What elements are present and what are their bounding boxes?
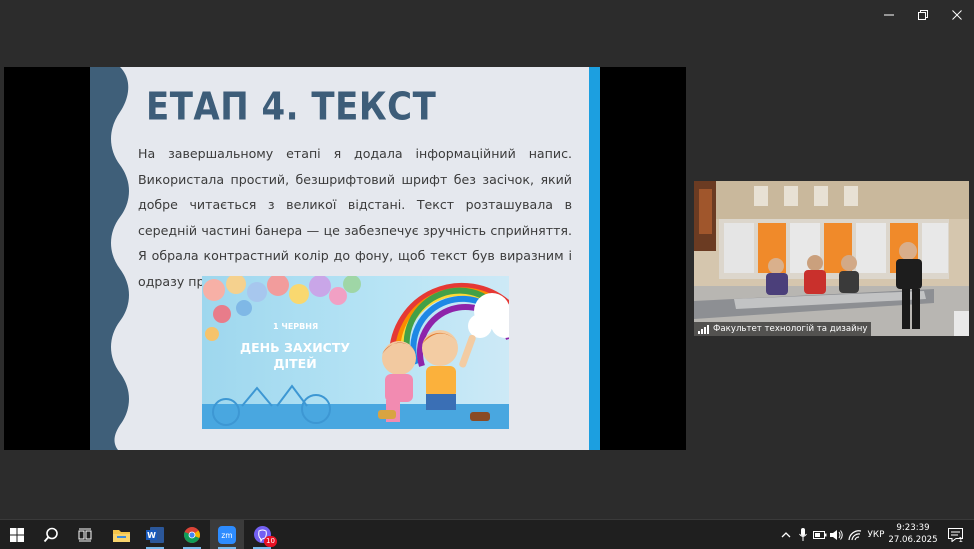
notification-count: 1 — [958, 536, 963, 544]
banner-image: 1 ЧЕРВНЯ ДЕНЬ ЗАХИСТУ ДІТЕЙ — [202, 276, 509, 429]
word-icon: W — [146, 526, 164, 543]
participant-name: Факультет технологій та дизайну — [713, 324, 868, 334]
search-button[interactable] — [34, 520, 68, 549]
search-icon — [43, 527, 58, 542]
wifi-icon — [848, 529, 862, 540]
task-view-icon — [78, 528, 92, 541]
battery-icon — [813, 530, 827, 539]
window-controls — [872, 0, 974, 30]
clock[interactable]: 9:23:39 27.06.2025 — [888, 522, 938, 546]
volume-button[interactable] — [829, 520, 845, 549]
wave-decoration — [90, 67, 129, 450]
accent-bar — [589, 67, 600, 450]
slide-body-text: На завершальному етапі я додала інформац… — [138, 146, 572, 289]
chevron-up-icon — [781, 531, 791, 537]
windows-start-button[interactable] — [0, 520, 34, 549]
chrome-button[interactable] — [175, 520, 209, 549]
chrome-icon — [184, 526, 200, 543]
close-button[interactable] — [940, 0, 974, 30]
viber-badge: 10 — [264, 536, 277, 547]
banner-title: ДЕНЬ ЗАХИСТУ ДІТЕЙ — [240, 340, 350, 372]
show-hidden-icons-button[interactable] — [778, 520, 794, 549]
participant-name-label: Факультет технологій та дизайну — [694, 322, 872, 336]
battery-button[interactable] — [812, 520, 828, 549]
clock-time: 9:23:39 — [896, 523, 930, 533]
taskbar: W zm 10 УКР 9:23:39 27.06.2025 1 — [0, 519, 974, 549]
participant-video[interactable]: Факультет технологій та дизайну — [694, 181, 969, 336]
restore-icon — [918, 10, 928, 20]
svg-text:zm: zm — [221, 531, 232, 540]
restore-button[interactable] — [906, 0, 940, 30]
presentation-slide: ЕТАП 4. ТЕКСТ На завершальному етапі я д… — [90, 67, 600, 450]
banner-date: 1 ЧЕРВНЯ — [273, 322, 319, 331]
clock-date: 27.06.2025 — [888, 535, 938, 545]
close-icon — [952, 10, 962, 20]
notifications-button[interactable]: 1 — [940, 520, 970, 549]
word-button[interactable]: W — [138, 520, 172, 549]
minimize-button[interactable] — [872, 0, 906, 30]
microphone-icon — [799, 528, 807, 541]
file-explorer-button[interactable] — [104, 520, 138, 549]
shared-screen[interactable]: ЕТАП 4. ТЕКСТ На завершальному етапі я д… — [4, 67, 686, 450]
signal-strength-icon — [698, 324, 709, 334]
svg-text:W: W — [147, 531, 156, 540]
zoom-icon: zm — [218, 525, 236, 544]
network-button[interactable] — [847, 520, 863, 549]
banner-line-2: ДІТЕЙ — [273, 356, 317, 371]
microphone-button[interactable] — [796, 520, 810, 549]
video-feed — [694, 181, 969, 336]
windows-logo-icon — [10, 527, 24, 542]
language-indicator[interactable]: УКР — [864, 520, 888, 549]
speaker-icon — [830, 529, 843, 540]
banner-line-1: ДЕНЬ ЗАХИСТУ — [240, 340, 351, 355]
viber-button[interactable]: 10 — [245, 520, 279, 549]
folder-icon — [112, 529, 130, 542]
task-view-button[interactable] — [68, 520, 102, 549]
minimize-icon — [884, 14, 894, 16]
slide-title: ЕТАП 4. ТЕКСТ — [146, 85, 437, 130]
zoom-button[interactable]: zm — [210, 520, 244, 549]
